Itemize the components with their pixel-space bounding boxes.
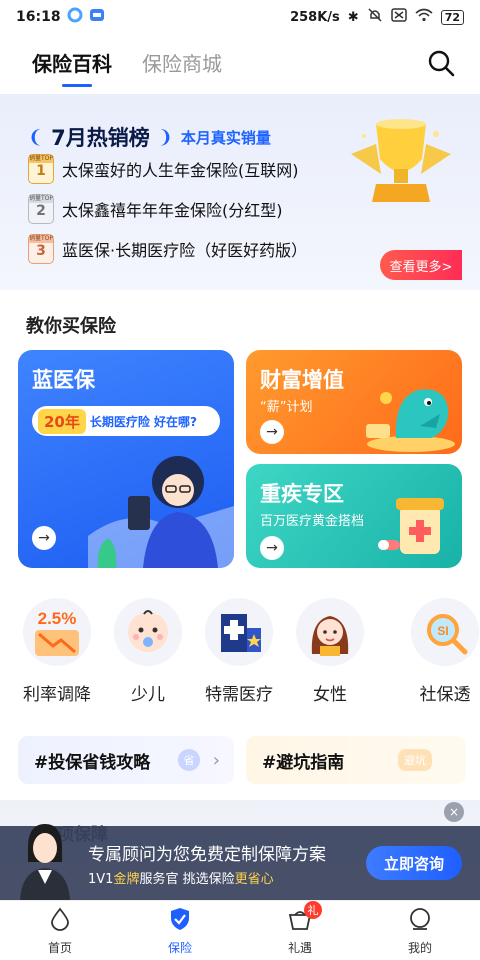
gift-badge: 礼 (304, 901, 322, 919)
category-social-security[interactable]: SI 社保透 (400, 598, 480, 705)
card-title: 财富增值 (260, 368, 344, 392)
pill-text: 长期医疗险 好在哪? (89, 414, 198, 429)
guide-label: #投保省钱攻略 (34, 752, 151, 773)
card-title: 蓝医保 (32, 368, 95, 392)
category-label: 女性 (313, 685, 347, 705)
category-women[interactable]: 女性 (285, 598, 375, 705)
home-icon (48, 907, 72, 935)
rank-item-1[interactable]: 销量TOP 1 太保蛮好的人生年金保险(互联网) (28, 154, 299, 184)
mute-icon (367, 7, 383, 27)
consult-now-button[interactable]: 立即咨询 (366, 846, 462, 880)
social-security-icon: SI (411, 598, 479, 666)
long-term-medical-pill: 20年 长期医疗险 好在哪? (32, 406, 220, 436)
rank-badge-1: 销量TOP 1 (28, 154, 54, 184)
svg-text:SI: SI (437, 624, 448, 638)
hot-list-title-row: ❨ 7月热销榜 ❩ 本月真实销量 (28, 122, 271, 152)
shield-icon (168, 907, 192, 935)
card-critical-illness[interactable]: 重疾专区 百万医疗黄金搭档 → (246, 464, 462, 568)
consult-banner[interactable]: 专属顾问为您免费定制保障方案 1V1金牌服务官 挑选保险更省心 立即咨询 (0, 824, 480, 900)
hot-sales-banner[interactable]: ❨ 7月热销榜 ❩ 本月真实销量 销量TOP 1 太保蛮好的人生年金保险(互联网… (0, 94, 480, 290)
medicine-box-icon (374, 492, 454, 566)
illustration-woman-reading-icon (88, 446, 234, 568)
rank-item-name: 太保蛮好的人生年金保险(互联网) (62, 161, 299, 180)
card-subtitle: 百万医疗黄金搭档 (260, 514, 365, 529)
category-label: 少儿 (131, 685, 165, 705)
app-notification-icon (67, 7, 83, 27)
rank-item-2[interactable]: 销量TOP 2 太保鑫禧年年年金保险(分红型) (28, 194, 283, 224)
network-speed: 258K/s (290, 9, 340, 25)
hospital-icon (205, 598, 273, 666)
card-blue-medical[interactable]: 蓝医保 20年 长期医疗险 好在哪? → (18, 350, 234, 568)
arrow-right-icon[interactable]: → (32, 526, 56, 550)
rank-item-name: 蓝医保·长期医疗险（好医好药版） (62, 241, 308, 260)
sim-off-icon (390, 8, 407, 26)
category-special-medical[interactable]: 特需医疗 (194, 598, 284, 705)
consult-title: 专属顾问为您免费定制保障方案 (88, 845, 326, 865)
rank-badge-3: 销量TOP 3 (28, 234, 54, 264)
trophy-icon (346, 114, 456, 214)
nav-insurance[interactable]: 保险 (120, 901, 240, 960)
status-time: 16:18 (16, 9, 61, 25)
nav-label: 礼遇 (287, 941, 312, 955)
arrow-right-icon[interactable]: → (260, 420, 284, 444)
bottom-nav: 首页 保险 礼 礼遇 我的 (0, 900, 480, 960)
card-subtitle: “薪”计划 (260, 400, 313, 415)
category-row: 2.5% 利率调降 少儿 特需医疗 女性 SI 社保透 (0, 598, 480, 708)
profile-icon (408, 907, 432, 935)
save-tag-icon: 省 (178, 749, 200, 771)
top-tab-bar: 保险百科 保险商城 (0, 34, 480, 90)
category-rate-down[interactable]: 2.5% 利率调降 (12, 598, 102, 705)
rank-item-3[interactable]: 销量TOP 3 蓝医保·长期医疗险（好医好药版） (28, 234, 307, 264)
laurel-right-icon: ❩ (157, 126, 173, 148)
rank-badge-2: 销量TOP 2 (28, 194, 54, 224)
hot-list-subtitle: 本月真实销量 (180, 128, 271, 147)
close-icon[interactable]: × (444, 802, 464, 822)
guide-avoid-pitfalls[interactable]: #避坑指南 避坑 (246, 736, 466, 784)
card-title: 重疾专区 (260, 482, 344, 506)
category-children[interactable]: 少儿 (103, 598, 193, 705)
nav-label: 我的 (407, 941, 432, 955)
pill-years: 20年 (38, 408, 86, 434)
category-label: 利率调降 (23, 685, 91, 705)
rate-down-icon: 2.5% (23, 598, 91, 666)
arrow-right-icon[interactable]: → (260, 536, 284, 560)
laurel-left-icon: ❨ (28, 126, 44, 148)
battery-indicator: 72 (440, 9, 464, 25)
category-label: 社保透 (419, 685, 471, 705)
guide-label: #避坑指南 (262, 752, 345, 773)
hot-list-title: 7月热销榜 (51, 126, 150, 150)
chevron-right-icon: › (212, 749, 220, 771)
nav-label: 保险 (167, 941, 192, 955)
svg-text:2.5%: 2.5% (38, 609, 77, 628)
dolphin-coins-icon (356, 368, 456, 454)
bluetooth-icon: ✱ (347, 9, 359, 25)
tab-insurance-mall[interactable]: 保险商城 (142, 48, 222, 77)
baby-icon (114, 598, 182, 666)
see-more-button[interactable]: 查看更多> (380, 250, 462, 280)
nav-label: 首页 (47, 941, 72, 955)
consult-subtitle: 1V1金牌服务官 挑选保险更省心 (88, 872, 274, 887)
tab-insurance-wiki[interactable]: 保险百科 (32, 48, 112, 87)
wifi-icon (415, 8, 433, 26)
nav-gifts[interactable]: 礼 礼遇 (240, 901, 360, 960)
status-bar: 16:18 258K/s ✱ 72 (0, 0, 480, 34)
category-label: 特需医疗 (205, 685, 273, 705)
woman-icon (296, 598, 364, 666)
nav-home[interactable]: 首页 (0, 901, 120, 960)
message-icon (89, 7, 105, 27)
avoid-tag-icon: 避坑 (398, 749, 432, 771)
search-icon[interactable] (426, 48, 456, 78)
guide-save-money[interactable]: #投保省钱攻略 省 › (18, 736, 234, 784)
consultant-avatar (10, 818, 80, 900)
section-title: 教你买保险 (26, 316, 116, 337)
nav-profile[interactable]: 我的 (360, 901, 480, 960)
card-wealth-growth[interactable]: 财富增值 “薪”计划 → (246, 350, 462, 454)
rank-item-name: 太保鑫禧年年年金保险(分红型) (62, 201, 283, 220)
